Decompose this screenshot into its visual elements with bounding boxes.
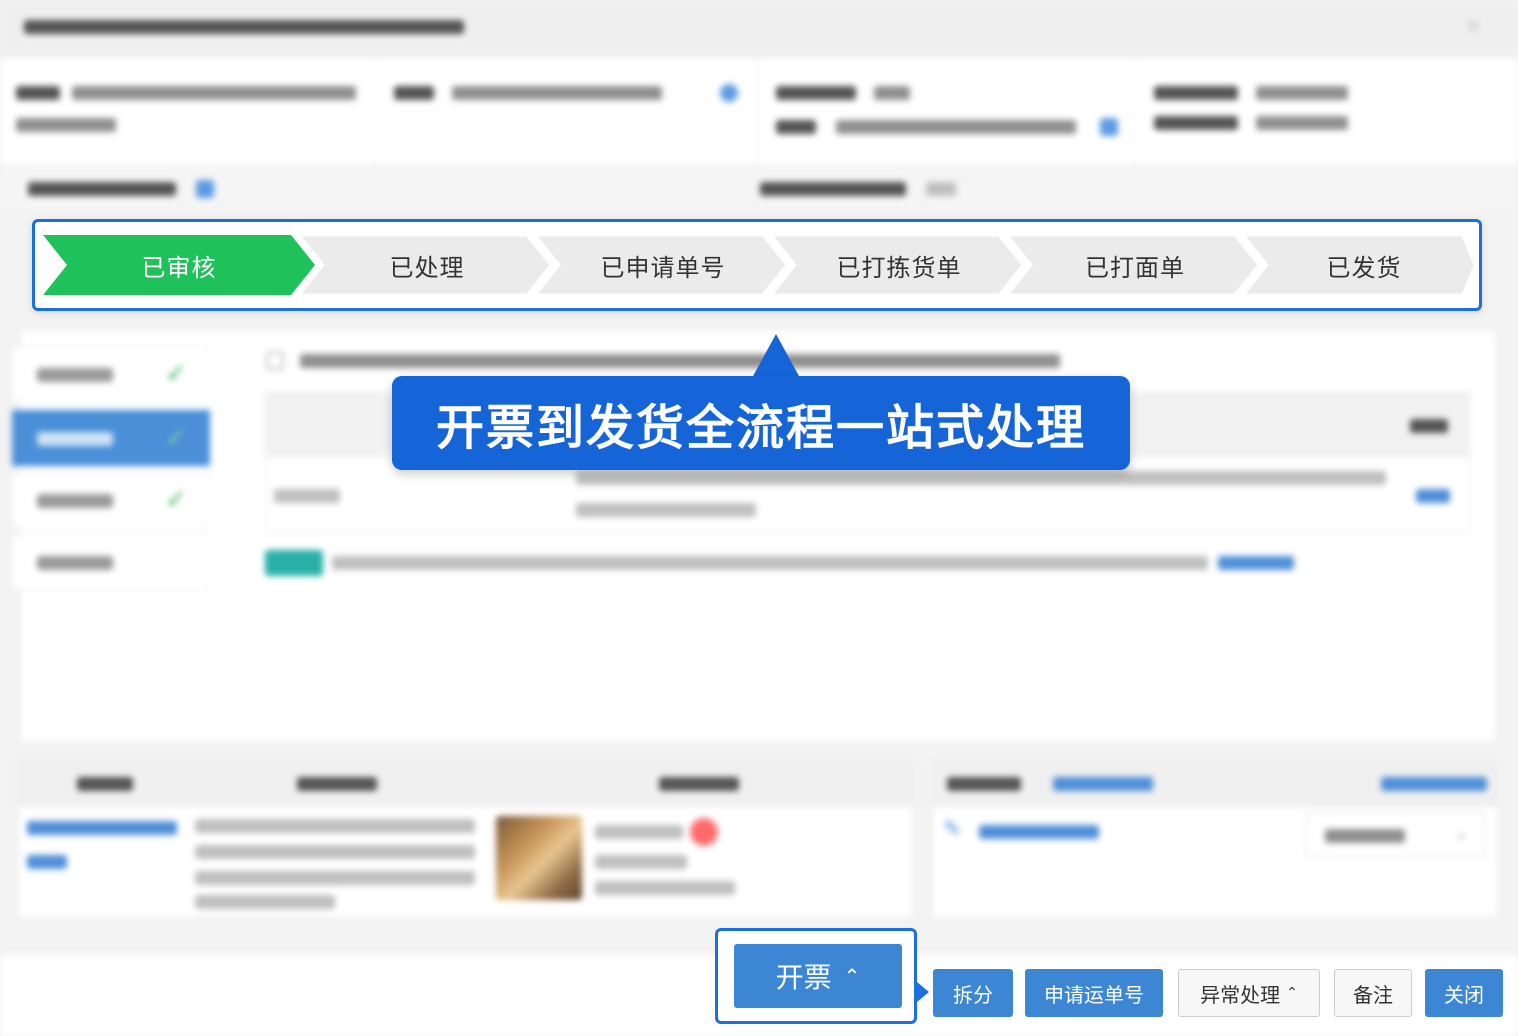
step-shipped[interactable]: 已发货 bbox=[1257, 235, 1471, 295]
invoice-button[interactable]: 开票 ⌃ bbox=[734, 944, 902, 1008]
status-badge bbox=[690, 818, 718, 846]
exception-button[interactable]: 异常处理 ⌃ bbox=[1178, 969, 1320, 1017]
apply-tracking-button[interactable]: 申请运单号 bbox=[1025, 969, 1163, 1017]
order-info-row bbox=[0, 58, 1518, 164]
remark-button-label: 备注 bbox=[1353, 982, 1393, 1007]
invoice-button-label: 开票 bbox=[775, 961, 832, 994]
step-tracking-applied[interactable]: 已申请单号 bbox=[549, 235, 777, 295]
side-nav-item[interactable]: ✓ bbox=[12, 472, 210, 528]
step-picklist-printed[interactable]: 已打拣货单 bbox=[785, 235, 1013, 295]
order-items-panel bbox=[18, 760, 913, 918]
apply-tracking-button-label: 申请运单号 bbox=[1044, 982, 1144, 1007]
step-reviewed[interactable]: 已审核 bbox=[55, 235, 303, 295]
side-nav-item[interactable] bbox=[12, 534, 210, 590]
chevron-down-icon: ⌄ bbox=[1453, 823, 1469, 844]
callout-text: 开票到发货全流程一站式处理 bbox=[435, 400, 1086, 456]
chevron-up-icon: ⌃ bbox=[843, 964, 861, 988]
exception-button-label: 异常处理 bbox=[1200, 982, 1281, 1007]
highlight-pointer bbox=[917, 982, 929, 1002]
sub-info-row bbox=[0, 166, 1518, 212]
check-icon: ✓ bbox=[165, 485, 187, 515]
product-thumbnail bbox=[496, 816, 582, 900]
tag-badge bbox=[265, 550, 323, 576]
blurred-background: ✕ ✓ ✓ ✓ ✎ ⌄ bbox=[0, 0, 1518, 1036]
close-button[interactable]: 关闭 bbox=[1425, 969, 1503, 1017]
invoice-button-highlight: 开票 ⌃ bbox=[715, 928, 917, 1024]
split-button-label: 拆分 bbox=[953, 982, 993, 1007]
split-button[interactable]: 拆分 bbox=[933, 969, 1013, 1017]
status-steps-highlight: 已审核 已处理 已申请单号 已打拣货单 已打面单 已发货 bbox=[32, 219, 1482, 311]
callout-pointer bbox=[752, 334, 800, 378]
check-icon: ✓ bbox=[165, 359, 187, 389]
side-nav-item[interactable]: ✓ bbox=[12, 346, 210, 402]
side-nav-item-active[interactable]: ✓ bbox=[12, 410, 210, 466]
check-icon: ✓ bbox=[165, 423, 187, 453]
edit-icon[interactable]: ✎ bbox=[943, 817, 961, 842]
chevron-up-icon: ⌃ bbox=[1286, 985, 1298, 1001]
close-button-label: 关闭 bbox=[1444, 982, 1484, 1007]
remark-button[interactable]: 备注 bbox=[1334, 969, 1412, 1017]
shipping-select[interactable]: ⌄ bbox=[1306, 812, 1484, 858]
close-icon[interactable]: ✕ bbox=[1465, 14, 1482, 38]
feature-callout: 开票到发货全流程一站式处理 bbox=[392, 376, 1130, 470]
step-processed[interactable]: 已处理 bbox=[313, 235, 541, 295]
step-label-printed[interactable]: 已打面单 bbox=[1021, 235, 1249, 295]
dialog-titlebar: ✕ bbox=[0, 0, 1518, 56]
